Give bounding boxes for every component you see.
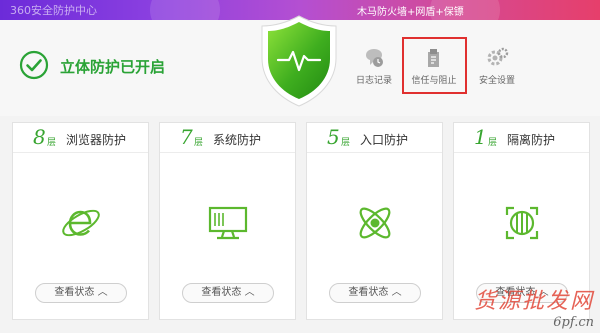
layer-unit: 层 xyxy=(194,138,204,148)
card-header: 7 层 系统防护 xyxy=(160,123,295,153)
view-status-button[interactable]: 查看状态 ︿ xyxy=(329,283,421,303)
watermark-url: 6pf.cn xyxy=(553,315,594,330)
layer-unit: 层 xyxy=(341,138,351,148)
title-bar-decoration xyxy=(150,0,220,20)
layer-unit: 层 xyxy=(488,138,498,148)
view-status-label: 查看状态 xyxy=(54,287,95,298)
browser-icon xyxy=(62,209,100,237)
log-icon xyxy=(366,49,383,67)
watermark: 货源批发网 6pf.cn xyxy=(474,283,594,330)
system-protection-card: 7 层 系统防护 查看状态 ︿ xyxy=(159,122,296,320)
window-title: 360安全防护中心 xyxy=(10,4,97,17)
protection-status-text: 立体防护已开启 xyxy=(60,58,166,76)
layer-unit: 层 xyxy=(47,138,57,148)
entry-protection-card: 5 层 入口防护 查看状态 ︿ xyxy=(306,122,443,320)
view-status-button[interactable]: 查看状态 ︿ xyxy=(182,283,274,303)
promo-text: 木马防火墙+网盾+保镖 xyxy=(357,7,464,18)
isolation-icon xyxy=(505,206,539,240)
card-header: 8 层 浏览器防护 xyxy=(13,123,148,153)
view-status-button[interactable]: 查看状态 ︿ xyxy=(35,283,127,303)
shield-icon xyxy=(261,15,337,107)
gear-icon xyxy=(487,47,509,66)
layer-count: 1 xyxy=(474,125,487,149)
card-header: 1 层 隔离防护 xyxy=(454,123,589,153)
security-settings-label: 安全设置 xyxy=(478,76,515,86)
watermark-text: 货源批发网 xyxy=(473,289,594,314)
security-settings-button[interactable]: 安全设置 xyxy=(467,46,527,86)
layer-count: 8 xyxy=(33,125,46,149)
card-title: 入口防护 xyxy=(360,133,409,147)
atom-icon xyxy=(359,207,391,239)
view-status-label: 查看状态 xyxy=(348,287,389,298)
view-status-label: 查看状态 xyxy=(201,287,242,298)
check-circle-icon xyxy=(19,50,49,80)
layer-count: 5 xyxy=(327,125,340,149)
log-record-label: 日志记录 xyxy=(355,76,392,86)
card-title: 系统防护 xyxy=(213,133,262,147)
layer-count: 7 xyxy=(180,125,193,149)
browser-protection-card: 8 层 浏览器防护 查看状态 ︿ xyxy=(12,122,149,320)
card-header: 5 层 入口防护 xyxy=(307,123,442,153)
log-record-button[interactable]: 日志记录 xyxy=(344,46,404,86)
monitor-icon xyxy=(208,206,248,240)
card-title: 浏览器防护 xyxy=(66,133,127,147)
trust-block-highlight xyxy=(402,37,467,94)
card-title: 隔离防护 xyxy=(507,133,556,147)
